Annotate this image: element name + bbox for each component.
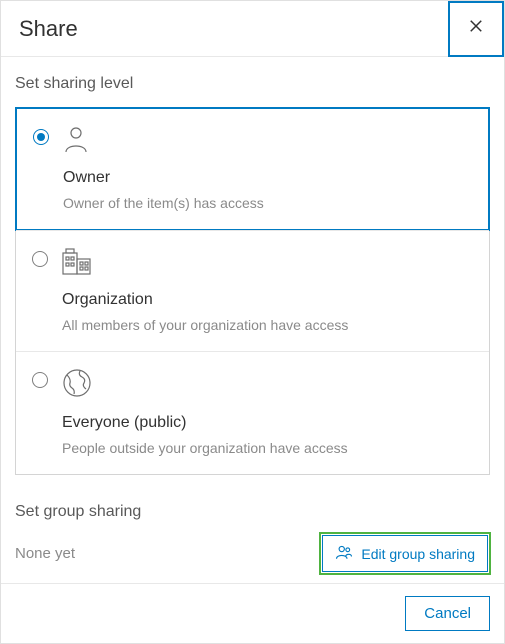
option-label: Organization [62,291,473,309]
edit-group-sharing-button[interactable]: Edit group sharing [322,535,488,572]
option-desc: People outside your organization have ac… [62,440,473,456]
sharing-level-title: Set sharing level [15,75,490,93]
option-desc: Owner of the item(s) has access [63,195,472,211]
globe-icon [62,368,473,398]
sharing-level-options: Owner Owner of the item(s) has access [15,107,490,475]
option-body: Organization All members of your organiz… [62,247,473,333]
group-status: None yet [15,545,75,562]
edit-group-label: Edit group sharing [361,546,475,562]
close-icon [467,17,485,40]
group-sharing-title: Set group sharing [15,503,490,521]
option-label: Everyone (public) [62,414,473,432]
group-sharing-row: None yet Edit group sharing [15,535,490,572]
radio-organization[interactable] [32,251,48,267]
option-body: Everyone (public) People outside your or… [62,368,473,456]
dialog-content: Set sharing level Owner Owner of the ite… [1,57,504,583]
radio-owner[interactable] [33,129,49,145]
dialog-header: Share [1,1,504,57]
radio-public[interactable] [32,372,48,388]
building-icon [62,247,473,275]
share-dialog: Share Set sharing level [0,0,505,644]
group-icon [335,543,353,564]
option-label: Owner [63,169,472,187]
option-organization[interactable]: Organization All members of your organiz… [16,230,489,351]
close-button[interactable] [448,1,504,57]
option-public[interactable]: Everyone (public) People outside your or… [16,351,489,474]
option-desc: All members of your organization have ac… [62,317,473,333]
dialog-footer: Cancel [1,583,504,643]
option-body: Owner Owner of the item(s) has access [63,125,472,211]
dialog-title: Share [1,16,78,42]
option-owner[interactable]: Owner Owner of the item(s) has access [15,107,490,231]
cancel-button[interactable]: Cancel [405,596,490,631]
person-icon [63,125,472,153]
